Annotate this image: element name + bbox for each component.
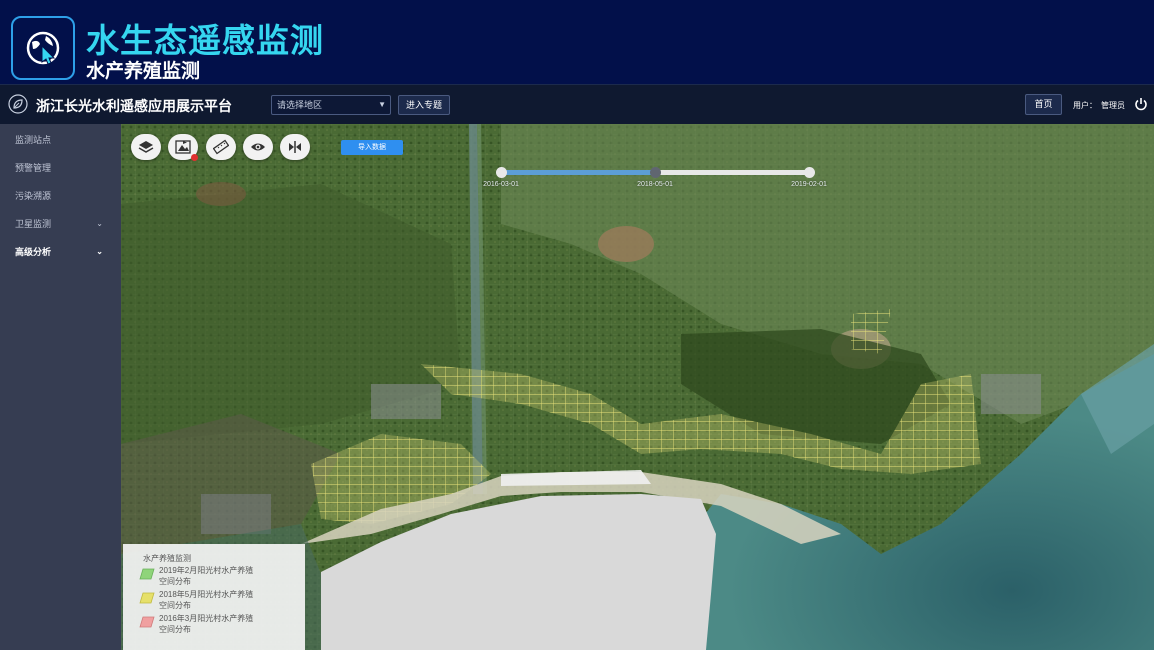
leaf-icon	[8, 94, 28, 114]
map-legend: 水产养殖监测 2019年2月阳光村水产养殖空间分布 2018年5月阳光村水产养殖…	[123, 544, 305, 650]
chevron-down-icon: ▼	[378, 100, 386, 109]
sidebar-item-label: 污染溯源	[15, 191, 52, 201]
sidebar-item-alert-management[interactable]: 预警管理	[0, 154, 121, 182]
app-title: 水生态遥感监测	[86, 21, 324, 60]
sidebar-item-advanced-analysis[interactable]: 高级分析 ⌄	[0, 238, 121, 266]
legend-swatch-2016	[139, 616, 155, 628]
user-label: 用户：	[1073, 101, 1097, 110]
swatch-2019-shape	[139, 568, 155, 580]
power-icon[interactable]	[1134, 97, 1148, 111]
timeline-date-label: 2019-02-01	[791, 181, 827, 188]
swatch-2016-shape	[139, 616, 155, 628]
timeline-date-label: 2016-03-01	[483, 181, 519, 188]
sidebar-item-label: 高级分析	[15, 247, 52, 257]
sidebar-item-monitoring-stations[interactable]: 监测站点	[0, 126, 121, 154]
legend-item-2016: 2016年3月阳光村水产养殖空间分布	[159, 614, 254, 634]
layers-button[interactable]	[131, 134, 161, 160]
app-logo	[11, 16, 75, 80]
time-slider-knob-selected[interactable]	[650, 167, 661, 178]
split-compare-button[interactable]	[280, 134, 310, 160]
app-banner: 水生态遥感监测 水产养殖监测	[0, 0, 1154, 84]
time-slider-knob-start[interactable]	[496, 167, 507, 178]
measure-button[interactable]	[206, 134, 236, 160]
sidebar-item-label: 监测站点	[15, 135, 52, 145]
user-name[interactable]: 管理员	[1101, 100, 1125, 111]
flag-icon	[175, 140, 191, 154]
time-slider-knob-end[interactable]	[804, 167, 815, 178]
visibility-button[interactable]	[243, 134, 273, 160]
sidebar: 监测站点 预警管理 污染溯源 卫星监测 ⌄ 高级分析 ⌄	[0, 124, 121, 650]
home-button[interactable]: 首页	[1025, 94, 1062, 115]
swatch-2018-shape	[139, 592, 155, 604]
ruler-icon	[213, 139, 229, 155]
module-subtitle: 水产养殖监测	[86, 60, 201, 82]
top-navbar: 浙江长光水利遥感应用展示平台 请选择地区 ▼ 进入专题 首页 用户： 管理员	[0, 84, 1154, 124]
time-slider[interactable]	[496, 167, 815, 178]
eye-icon	[251, 143, 265, 151]
legend-item-2019: 2019年2月阳光村水产养殖空间分布	[159, 566, 254, 586]
legend-title: 水产养殖监测	[143, 554, 191, 563]
sidebar-item-label: 预警管理	[15, 163, 52, 173]
platform-title: 浙江长光水利遥感应用展示平台	[36, 99, 232, 115]
satellite-map[interactable]: 导入数据 2016-03-01 2018-05-01 2019-02-01 水产…	[121, 124, 1154, 650]
legend-item-2018: 2018年5月阳光村水产养殖空间分布	[159, 590, 254, 610]
chevron-down-icon: ⌄	[96, 219, 103, 228]
enter-topic-button[interactable]: 进入专题	[398, 95, 450, 115]
sidebar-item-label: 卫星监测	[15, 219, 52, 229]
import-data-button[interactable]: 导入数据	[341, 140, 403, 155]
sidebar-item-pollution-tracing[interactable]: 污染溯源	[0, 182, 121, 210]
timeline-date-label: 2018-05-01	[637, 181, 673, 188]
region-select[interactable]: 请选择地区 ▼	[271, 95, 391, 115]
sidebar-item-satellite-monitoring[interactable]: 卫星监测 ⌄	[0, 210, 121, 238]
chevron-down-icon: ⌄	[96, 247, 103, 256]
region-select-value: 请选择地区	[277, 100, 323, 110]
time-slider-fill	[501, 170, 655, 175]
split-compare-icon	[289, 141, 301, 153]
legend-swatch-2018	[139, 592, 155, 604]
legend-swatch-2019	[139, 568, 155, 580]
globe-cursor-icon	[26, 31, 60, 65]
notification-badge	[191, 154, 198, 161]
layers-icon	[138, 141, 154, 153]
